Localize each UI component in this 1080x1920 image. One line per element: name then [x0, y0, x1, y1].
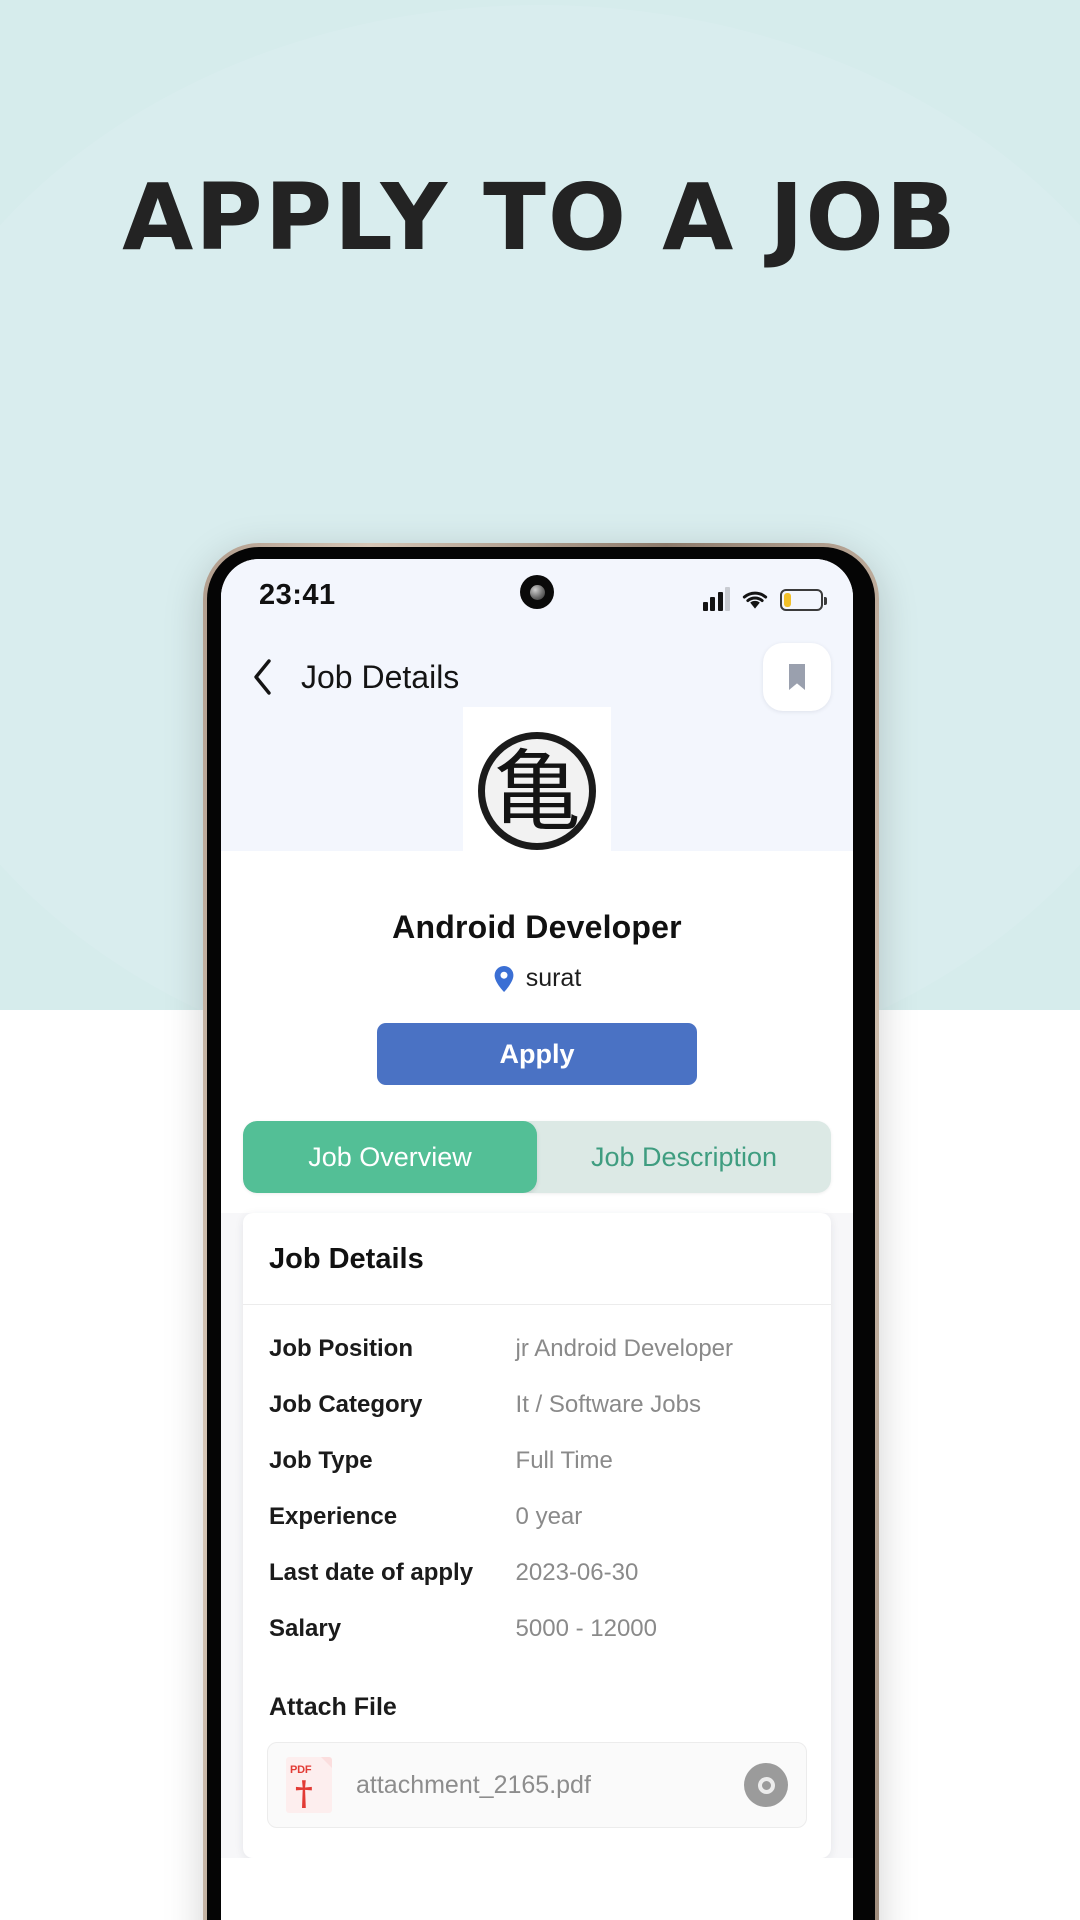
table-row: Last date of apply 2023-06-30: [269, 1545, 805, 1601]
detail-value: jr Android Developer: [515, 1335, 733, 1362]
attach-file-title: Attach File: [269, 1693, 397, 1721]
detail-value: 0 year: [515, 1503, 583, 1530]
tabs: Job Overview Job Description: [243, 1121, 831, 1193]
phone-mockup: 23:41 Job Details 亀 Android Developer su…: [203, 543, 879, 1920]
detail-label: Job Position: [269, 1335, 413, 1362]
table-row: Job Position jr Android Developer: [269, 1321, 805, 1377]
detail-label: Last date of apply: [269, 1559, 474, 1586]
table-row: Job Category It / Software Jobs: [269, 1377, 805, 1433]
bookmark-icon: [789, 664, 805, 690]
company-logo-glyph: 亀: [492, 740, 581, 843]
company-logo-banner: 亀: [221, 707, 853, 875]
table-row: Job Type Full Time: [269, 1433, 805, 1489]
table-row: Salary 5000 - 12000: [269, 1601, 805, 1657]
signal-bars-icon: [702, 587, 730, 611]
wifi-icon: [742, 591, 768, 609]
detail-value: Full Time: [515, 1447, 613, 1474]
company-logo-card: 亀: [463, 707, 611, 875]
location-pin-icon: [494, 965, 514, 992]
content-scroll-area[interactable]: Android Developer surat Apply Job Overvi…: [221, 851, 853, 1920]
job-location: surat: [221, 964, 853, 993]
battery-icon: [780, 589, 827, 611]
back-chevron-icon[interactable]: [243, 657, 283, 697]
bookmark-button[interactable]: [763, 643, 831, 711]
company-logo-kame-icon: 亀: [478, 732, 596, 850]
tabs-container: Job Overview Job Description: [221, 1085, 853, 1213]
tab-job-overview[interactable]: Job Overview: [243, 1121, 537, 1193]
details-card-title: Job Details: [243, 1213, 831, 1305]
detail-value: 2023-06-30: [515, 1559, 639, 1586]
front-camera-punch-hole-icon: [520, 575, 554, 609]
detail-label: Job Category: [269, 1391, 423, 1418]
details-rows: Job Position jr Android Developer Job Ca…: [243, 1305, 831, 1671]
status-bar: 23:41: [221, 559, 853, 631]
job-title: Android Developer: [392, 909, 682, 945]
detail-value: 5000 - 12000: [515, 1615, 658, 1642]
detail-value: It / Software Jobs: [515, 1391, 701, 1418]
apply-button[interactable]: Apply: [377, 1023, 697, 1085]
attachment-item[interactable]: PDF † attachment_2165.pdf: [267, 1742, 807, 1828]
table-row: Experience 0 year: [269, 1489, 805, 1545]
eye-view-icon[interactable]: [744, 1763, 788, 1807]
job-header-section: Android Developer surat Apply: [221, 851, 853, 1085]
content-bottom-spacer: [221, 1858, 853, 1920]
detail-label: Job Type: [269, 1447, 373, 1474]
screenshot-root: APPLY TO A JOB 23:41 Job Details 亀 Andro…: [0, 0, 1080, 1920]
tab-job-description[interactable]: Job Description: [537, 1121, 831, 1193]
detail-label: Experience: [269, 1503, 398, 1530]
status-icons: [702, 579, 827, 611]
header-title: Job Details: [301, 658, 460, 695]
job-location-label: surat: [525, 964, 582, 992]
pdf-file-icon: PDF †: [286, 1757, 332, 1813]
detail-label: Salary: [269, 1615, 342, 1642]
page-title: APPLY TO A JOB: [122, 164, 958, 271]
phone-screen: 23:41 Job Details 亀 Android Developer su…: [221, 559, 853, 1920]
attachment-file-name: attachment_2165.pdf: [356, 1770, 591, 1799]
job-details-card: Job Details Job Position jr Android Deve…: [243, 1213, 831, 1858]
status-time: 23:41: [259, 579, 336, 611]
